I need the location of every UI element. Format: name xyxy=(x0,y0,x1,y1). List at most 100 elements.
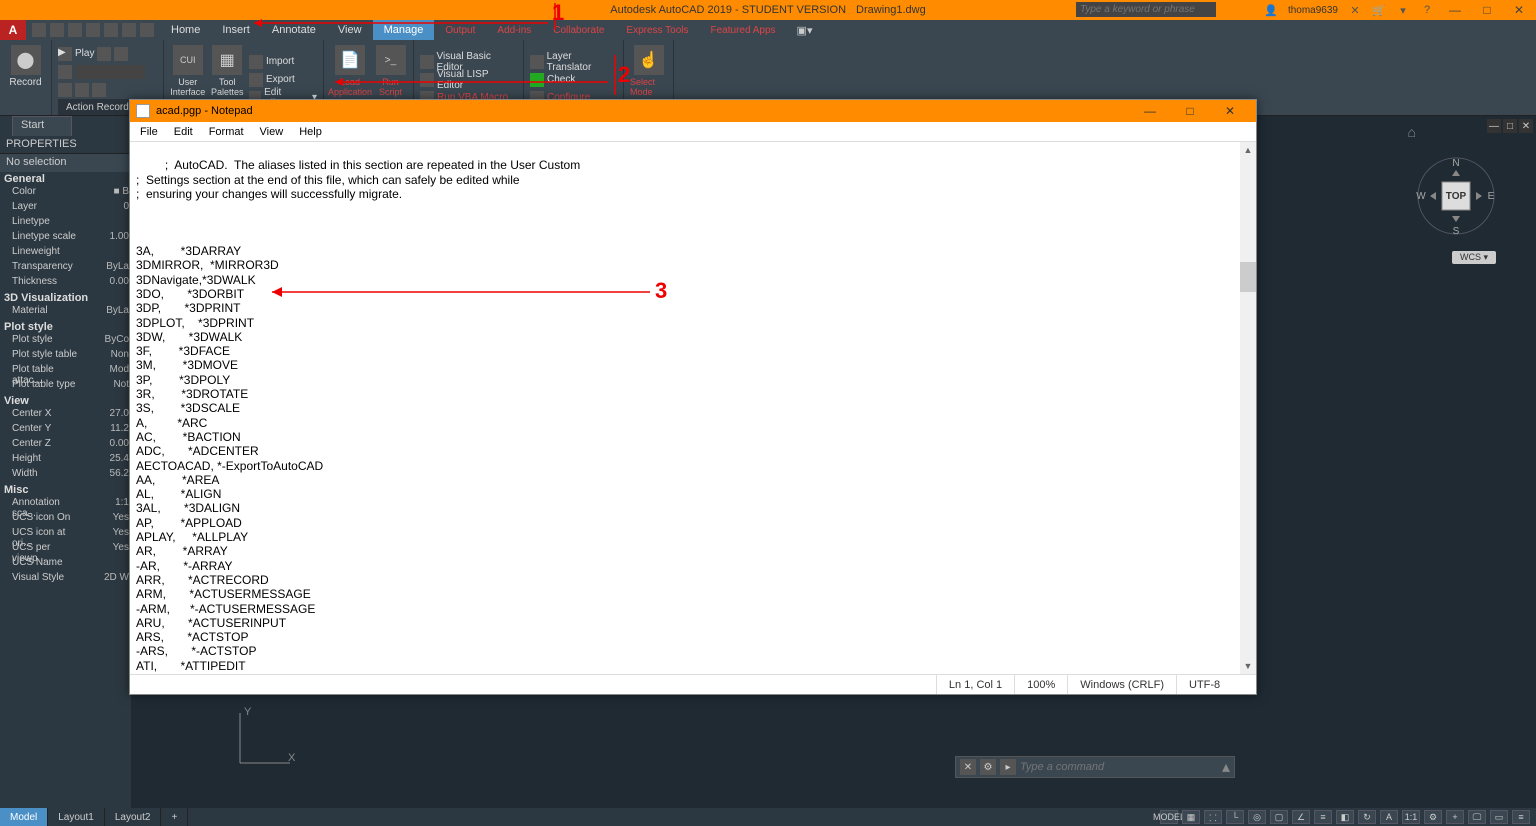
np-menu-view[interactable]: View xyxy=(254,126,290,138)
prop-row[interactable]: UCS icon OnYes xyxy=(0,512,131,527)
prop-row[interactable]: Plot table attac...Mod xyxy=(0,364,131,379)
qat-undo-icon[interactable] xyxy=(122,23,136,37)
menu-tab-collaborate[interactable]: Collaborate xyxy=(542,20,615,40)
layout-tab-model[interactable]: Model xyxy=(0,808,48,826)
np-close-button[interactable]: ✕ xyxy=(1210,100,1250,122)
add-layout-button[interactable]: + xyxy=(161,808,188,826)
dropdown-icon[interactable]: ▾ xyxy=(1396,3,1410,17)
prop-row[interactable]: UCS icon at ori...Yes xyxy=(0,527,131,542)
prop-row[interactable]: Color■ B xyxy=(0,186,131,201)
np-menu-format[interactable]: Format xyxy=(203,126,250,138)
minimize-button[interactable]: — xyxy=(1444,2,1466,18)
prop-group-3d-visualization[interactable]: 3D Visualization xyxy=(0,291,131,305)
prop-row[interactable]: Linetype xyxy=(0,216,131,231)
prop-row[interactable]: Center Y11.2 xyxy=(0,423,131,438)
menu-tab-output[interactable]: Output xyxy=(434,20,486,40)
menu-tab-express-tools[interactable]: Express Tools xyxy=(615,20,699,40)
status-monitor-icon[interactable]: 🖵 xyxy=(1468,810,1486,824)
qat-open-icon[interactable] xyxy=(50,23,64,37)
scroll-up-icon[interactable]: ▲ xyxy=(1240,142,1256,158)
prop-row[interactable]: Lineweight xyxy=(0,246,131,261)
status-model[interactable]: MODEL xyxy=(1160,810,1178,824)
status-lwt-icon[interactable]: ≡ xyxy=(1314,810,1332,824)
action-tree[interactable] xyxy=(58,63,145,81)
menu-tab-insert[interactable]: Insert xyxy=(211,20,261,40)
menu-tab-featured-apps[interactable]: Featured Apps xyxy=(700,20,787,40)
help-search-input[interactable] xyxy=(1076,2,1216,17)
vlisp-editor-button[interactable]: Visual LISP Editor xyxy=(420,71,517,89)
exchange-icon[interactable]: ✕ xyxy=(1348,3,1362,17)
wcs-badge[interactable]: WCS ▾ xyxy=(1452,251,1496,264)
prop-row[interactable]: Height25.4 xyxy=(0,453,131,468)
qat-saveas-icon[interactable] xyxy=(86,23,100,37)
viewport-close-icon[interactable]: ✕ xyxy=(1519,119,1533,133)
status-snap-icon[interactable]: ⸬ xyxy=(1204,810,1222,824)
qat-redo-icon[interactable] xyxy=(140,23,154,37)
properties-selection[interactable]: No selection xyxy=(0,154,131,172)
prop-row[interactable]: Plot style tableNon xyxy=(0,349,131,364)
status-osnap-icon[interactable]: ▢ xyxy=(1270,810,1288,824)
cmd-close-icon[interactable]: ✕ xyxy=(960,759,976,775)
cmd-expand-icon[interactable]: ▴ xyxy=(1222,757,1230,777)
layout-tab-layout1[interactable]: Layout1 xyxy=(48,808,105,826)
qat-save-icon[interactable] xyxy=(68,23,82,37)
menu-tab-view[interactable]: View xyxy=(327,20,373,40)
command-input[interactable] xyxy=(1020,761,1218,773)
app-logo[interactable]: A xyxy=(0,20,26,40)
np-menu-file[interactable]: File xyxy=(134,126,164,138)
play-button[interactable]: ▶Play xyxy=(58,45,145,63)
layer-translator-button[interactable]: Layer Translator xyxy=(530,53,617,71)
prop-group-view[interactable]: View xyxy=(0,394,131,408)
prop-group-plot-style[interactable]: Plot style xyxy=(0,320,131,334)
nav-home-icon[interactable]: ⌂ xyxy=(1408,124,1416,140)
layout-tab-layout2[interactable]: Layout2 xyxy=(105,808,162,826)
prop-row[interactable]: Plot table typeNot xyxy=(0,379,131,394)
import-button[interactable]: Import xyxy=(249,53,317,71)
status-scale[interactable]: 1:1 xyxy=(1402,810,1420,824)
menu-tab-add-ins[interactable]: Add-ins xyxy=(486,20,542,40)
qat-plot-icon[interactable] xyxy=(104,23,118,37)
menu-tab-home[interactable]: Home xyxy=(160,20,211,40)
viewcube[interactable]: TOP N S E W xyxy=(1416,156,1496,236)
status-gear-icon[interactable]: ⚙ xyxy=(1424,810,1442,824)
status-polar-icon[interactable]: ◎ xyxy=(1248,810,1266,824)
close-button[interactable]: ✕ xyxy=(1508,2,1530,18)
status-workspace-icon[interactable]: + xyxy=(1446,810,1464,824)
np-minimize-button[interactable]: — xyxy=(1130,100,1170,122)
notepad-body[interactable]: ; AutoCAD. The aliases listed in this se… xyxy=(130,142,1256,674)
prop-row[interactable]: Linetype scale1.00 xyxy=(0,231,131,246)
prop-group-misc[interactable]: Misc xyxy=(0,483,131,497)
record-button[interactable]: ⬤Record xyxy=(6,42,45,115)
scroll-thumb[interactable] xyxy=(1240,262,1256,292)
cmd-customize-icon[interactable]: ⚙ xyxy=(980,759,996,775)
status-otrack-icon[interactable]: ∠ xyxy=(1292,810,1310,824)
menu-tab-manage[interactable]: Manage xyxy=(373,20,435,40)
prop-row[interactable]: Layer0 xyxy=(0,201,131,216)
prop-row[interactable]: MaterialByLa xyxy=(0,305,131,320)
viewport-minimize-icon[interactable]: — xyxy=(1487,119,1501,133)
notepad-scrollbar[interactable]: ▲ ▼ xyxy=(1240,142,1256,674)
np-menu-help[interactable]: Help xyxy=(293,126,328,138)
check-standards-button[interactable]: Check xyxy=(530,71,617,89)
prop-row[interactable]: Visual Style2D W xyxy=(0,572,131,587)
signin-icon[interactable]: 👤 xyxy=(1264,3,1278,17)
menu-tab-annotate[interactable]: Annotate xyxy=(261,20,327,40)
prop-row[interactable]: UCS Name xyxy=(0,557,131,572)
status-grid-icon[interactable]: ▦ xyxy=(1182,810,1200,824)
scroll-down-icon[interactable]: ▼ xyxy=(1240,658,1256,674)
status-clean-icon[interactable]: ▭ xyxy=(1490,810,1508,824)
start-tab[interactable]: Start xyxy=(12,116,72,136)
help-icon[interactable]: ? xyxy=(1420,3,1434,17)
qat-new-icon[interactable] xyxy=(32,23,46,37)
status-anno-icon[interactable]: A xyxy=(1380,810,1398,824)
status-custom-icon[interactable]: ≡ xyxy=(1512,810,1530,824)
notepad-titlebar[interactable]: acad.pgp - Notepad — □ ✕ xyxy=(130,100,1256,122)
panel-expander-icon[interactable]: ▣▾ xyxy=(787,24,823,37)
status-ortho-icon[interactable]: └ xyxy=(1226,810,1244,824)
viewport-restore-icon[interactable]: □ xyxy=(1503,119,1517,133)
prop-row[interactable]: Plot styleByCo xyxy=(0,334,131,349)
status-cycle-icon[interactable]: ↻ xyxy=(1358,810,1376,824)
prop-row[interactable]: UCS per viewp...Yes xyxy=(0,542,131,557)
prop-row[interactable]: Width56.2 xyxy=(0,468,131,483)
prop-group-general[interactable]: General xyxy=(0,172,131,186)
